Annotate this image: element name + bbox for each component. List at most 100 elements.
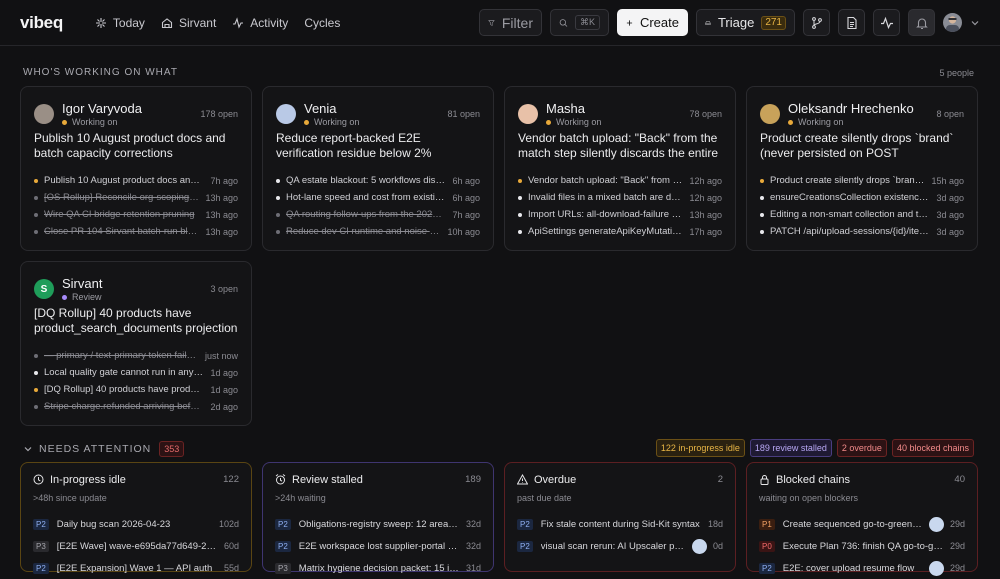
person-card[interactable]: Oleksandr Hrechenko Working on 8 open Pr… xyxy=(746,86,978,251)
attention-card[interactable]: Overdue 2 past due date P2 Fix stale con… xyxy=(504,462,736,572)
attention-card-header: In-progress idle 122 xyxy=(33,463,239,496)
task-text: Invalid files in a mixed batch are dropp… xyxy=(528,192,684,203)
task-text: ApiSettings generateApiKeyMutation error… xyxy=(528,226,683,237)
person-task[interactable]: QA estate blackout: 5 workflows disabled… xyxy=(276,172,480,189)
open-count: 81 open xyxy=(447,109,480,119)
attention-row[interactable]: P3 [E2E Wave] wave-e695da77d649-2026 reg… xyxy=(33,535,239,557)
nav-item-cycles[interactable]: Cycles xyxy=(298,12,346,34)
attention-card[interactable]: Review stalled 189 >24h waiting P2 Oblig… xyxy=(262,462,494,574)
person-task[interactable]: Reduce dev CI runtime and noise budget 1… xyxy=(276,223,480,240)
app-logo[interactable]: vibeq xyxy=(20,13,63,33)
person-card[interactable]: S Sirvant Review 3 open [DQ Rollup] 40 p… xyxy=(20,261,252,426)
nav-label-activity: Activity xyxy=(250,15,289,30)
task-list: Product create silently drops `brand` on… xyxy=(760,172,964,240)
person-task[interactable]: Product create silently drops `brand` on… xyxy=(760,172,964,189)
person-task[interactable]: — primary / text-primary token fails con… xyxy=(34,347,238,364)
task-bullet xyxy=(34,353,38,358)
triage-label: Triage xyxy=(717,15,755,30)
person-task[interactable]: Close PR 104 Sirvant batch-run blockers … xyxy=(34,223,238,240)
person-card[interactable]: Masha Working on 78 open Vendor batch up… xyxy=(504,86,736,251)
person-card[interactable]: Igor Varyvoda Working on 178 open Publis… xyxy=(20,86,252,251)
person-status: Review xyxy=(62,292,102,302)
attention-chip[interactable]: 40 blocked chains xyxy=(891,439,974,457)
attention-row[interactable]: P2 E2E workspace lost supplier-portal en… xyxy=(275,535,481,557)
person-card-header: Masha Working on 78 open xyxy=(518,87,722,131)
person-task[interactable]: [OS Rollup] Reconcile org-scoping follow… xyxy=(34,189,238,206)
task-time: 3d ago xyxy=(936,226,964,237)
task-time: 13h ago xyxy=(205,209,238,220)
priority-badge: P2 xyxy=(275,518,291,530)
person-task[interactable]: QA routing follow-ups from the 2026 revi… xyxy=(276,206,480,223)
attention-row[interactable]: P2 [E2E Expansion] Wave 1 — API auth 55d xyxy=(33,557,239,579)
pulse-button[interactable] xyxy=(873,9,900,36)
funnel-icon xyxy=(488,19,495,26)
attention-card[interactable]: Blocked chains 40 waiting on open blocke… xyxy=(746,462,978,576)
attention-row[interactable]: P2 Fix stale content during Sid-Kit synt… xyxy=(517,513,723,535)
person-task[interactable]: Publish 10 August product docs and batch… xyxy=(34,172,238,189)
attention-row[interactable]: P2 E2E: cover upload resume flow 29d xyxy=(759,557,965,579)
attention-row[interactable]: P2 Obligations-registry sweep: 12 area-l… xyxy=(275,513,481,535)
attention-chip[interactable]: 189 review stalled xyxy=(749,439,832,457)
person-status: Working on xyxy=(304,117,359,127)
current-task-title[interactable]: Publish 10 August product docs and batch… xyxy=(34,131,238,163)
task-bullet xyxy=(518,195,522,200)
nav-label-cycles: Cycles xyxy=(304,15,341,30)
current-task-title[interactable]: Reduce report-backed E2E verification re… xyxy=(276,131,480,163)
person-task[interactable]: ensureCreationsCollection existence chec… xyxy=(760,189,964,206)
task-bullet xyxy=(34,195,38,200)
person-task[interactable]: Import URLs: all-download-failure state … xyxy=(518,206,722,223)
person-task[interactable]: Stripe charge.refunded arriving before c… xyxy=(34,398,238,415)
attention-chip[interactable]: 122 in-progress idle xyxy=(655,439,745,457)
attention-card-count: 189 xyxy=(465,474,481,485)
nav-item-today[interactable]: Today xyxy=(89,12,151,34)
branch-button[interactable] xyxy=(803,9,830,36)
attention-filter-chips: 122 in-progress idle 189 review stalled 2 … xyxy=(655,439,974,457)
docs-button[interactable] xyxy=(838,9,865,36)
person-task[interactable]: Hot-lane speed and cost from existing ru… xyxy=(276,189,480,206)
person-status: Working on xyxy=(546,117,601,127)
person-card[interactable]: Venia Working on 81 open Reduce report-b… xyxy=(262,86,494,251)
person-task[interactable]: ApiSettings generateApiKeyMutation error… xyxy=(518,223,722,240)
person-task[interactable]: Local quality gate cannot run in any env… xyxy=(34,364,238,381)
search-shortcut: ⌘K xyxy=(574,15,600,30)
attention-chip[interactable]: 2 overdue xyxy=(836,439,887,457)
attention-card-subtitle: >24h waiting xyxy=(275,493,326,503)
attention-row[interactable]: P3 Matrix hygiene decision packet: 15 it… xyxy=(275,557,481,579)
chevron-down-icon[interactable] xyxy=(970,18,980,28)
clock-icon xyxy=(33,474,44,485)
task-time: 12h ago xyxy=(689,175,722,186)
person-task[interactable]: Vendor batch upload: "Back" from the mat… xyxy=(518,172,722,189)
task-time: 13h ago xyxy=(689,209,722,220)
status-label: Working on xyxy=(556,117,602,127)
task-time: 17h ago xyxy=(689,226,722,237)
person-task[interactable]: PATCH /api/upload-sessions/{id}/items 3d… xyxy=(760,223,964,240)
user-avatar[interactable] xyxy=(943,13,962,32)
triage-button[interactable]: Triage 271 xyxy=(696,9,795,36)
nav-item-sirvant[interactable]: Sirvant xyxy=(155,12,222,34)
current-task-title[interactable]: Product create silently drops `brand` (n… xyxy=(760,131,964,163)
attention-row[interactable]: P0 Execute Plan 736: finish QA go-to-gre… xyxy=(759,535,965,557)
attention-card[interactable]: In-progress idle 122 >48h since update P… xyxy=(20,462,252,574)
current-task-title[interactable]: [DQ Rollup] 40 products have product_sea… xyxy=(34,306,238,338)
task-text: Reduce dev CI runtime and noise budget xyxy=(286,226,442,237)
task-bullet xyxy=(518,178,522,183)
attention-row-text: Matrix hygiene decision packet: 15 items xyxy=(298,562,460,574)
task-text: [OS Rollup] Reconcile org-scoping follow… xyxy=(44,192,200,203)
attention-row[interactable]: P2 visual scan rerun: AI Upscaler panel … xyxy=(517,535,723,557)
create-button[interactable]: Create xyxy=(617,9,688,36)
attention-row[interactable]: P2 Daily bug scan 2026-04-23 102d xyxy=(33,513,239,535)
attention-row-age: 29d xyxy=(949,541,965,551)
task-text: Editing a non-smart collection and then … xyxy=(770,209,930,220)
current-task-title[interactable]: Vendor batch upload: "Back" from the mat… xyxy=(518,131,722,163)
filter-button[interactable]: Filter xyxy=(479,9,542,36)
notifications-button[interactable] xyxy=(908,9,935,36)
search-button[interactable]: ⌘K xyxy=(550,9,609,36)
person-task[interactable]: Invalid files in a mixed batch are dropp… xyxy=(518,189,722,206)
nav-item-activity[interactable]: Activity xyxy=(226,12,294,34)
person-task[interactable]: Wire QA CI bridge retention pruning 13h … xyxy=(34,206,238,223)
needs-attention-header[interactable]: NEEDS ATTENTION 353 xyxy=(23,441,185,457)
attention-row[interactable]: P1 Create sequenced go-to-green plan 29d xyxy=(759,513,965,535)
people-count: 5 people xyxy=(939,68,974,78)
person-task[interactable]: [DQ Rollup] 40 products have product_sea… xyxy=(34,381,238,398)
person-task[interactable]: Editing a non-smart collection and then … xyxy=(760,206,964,223)
